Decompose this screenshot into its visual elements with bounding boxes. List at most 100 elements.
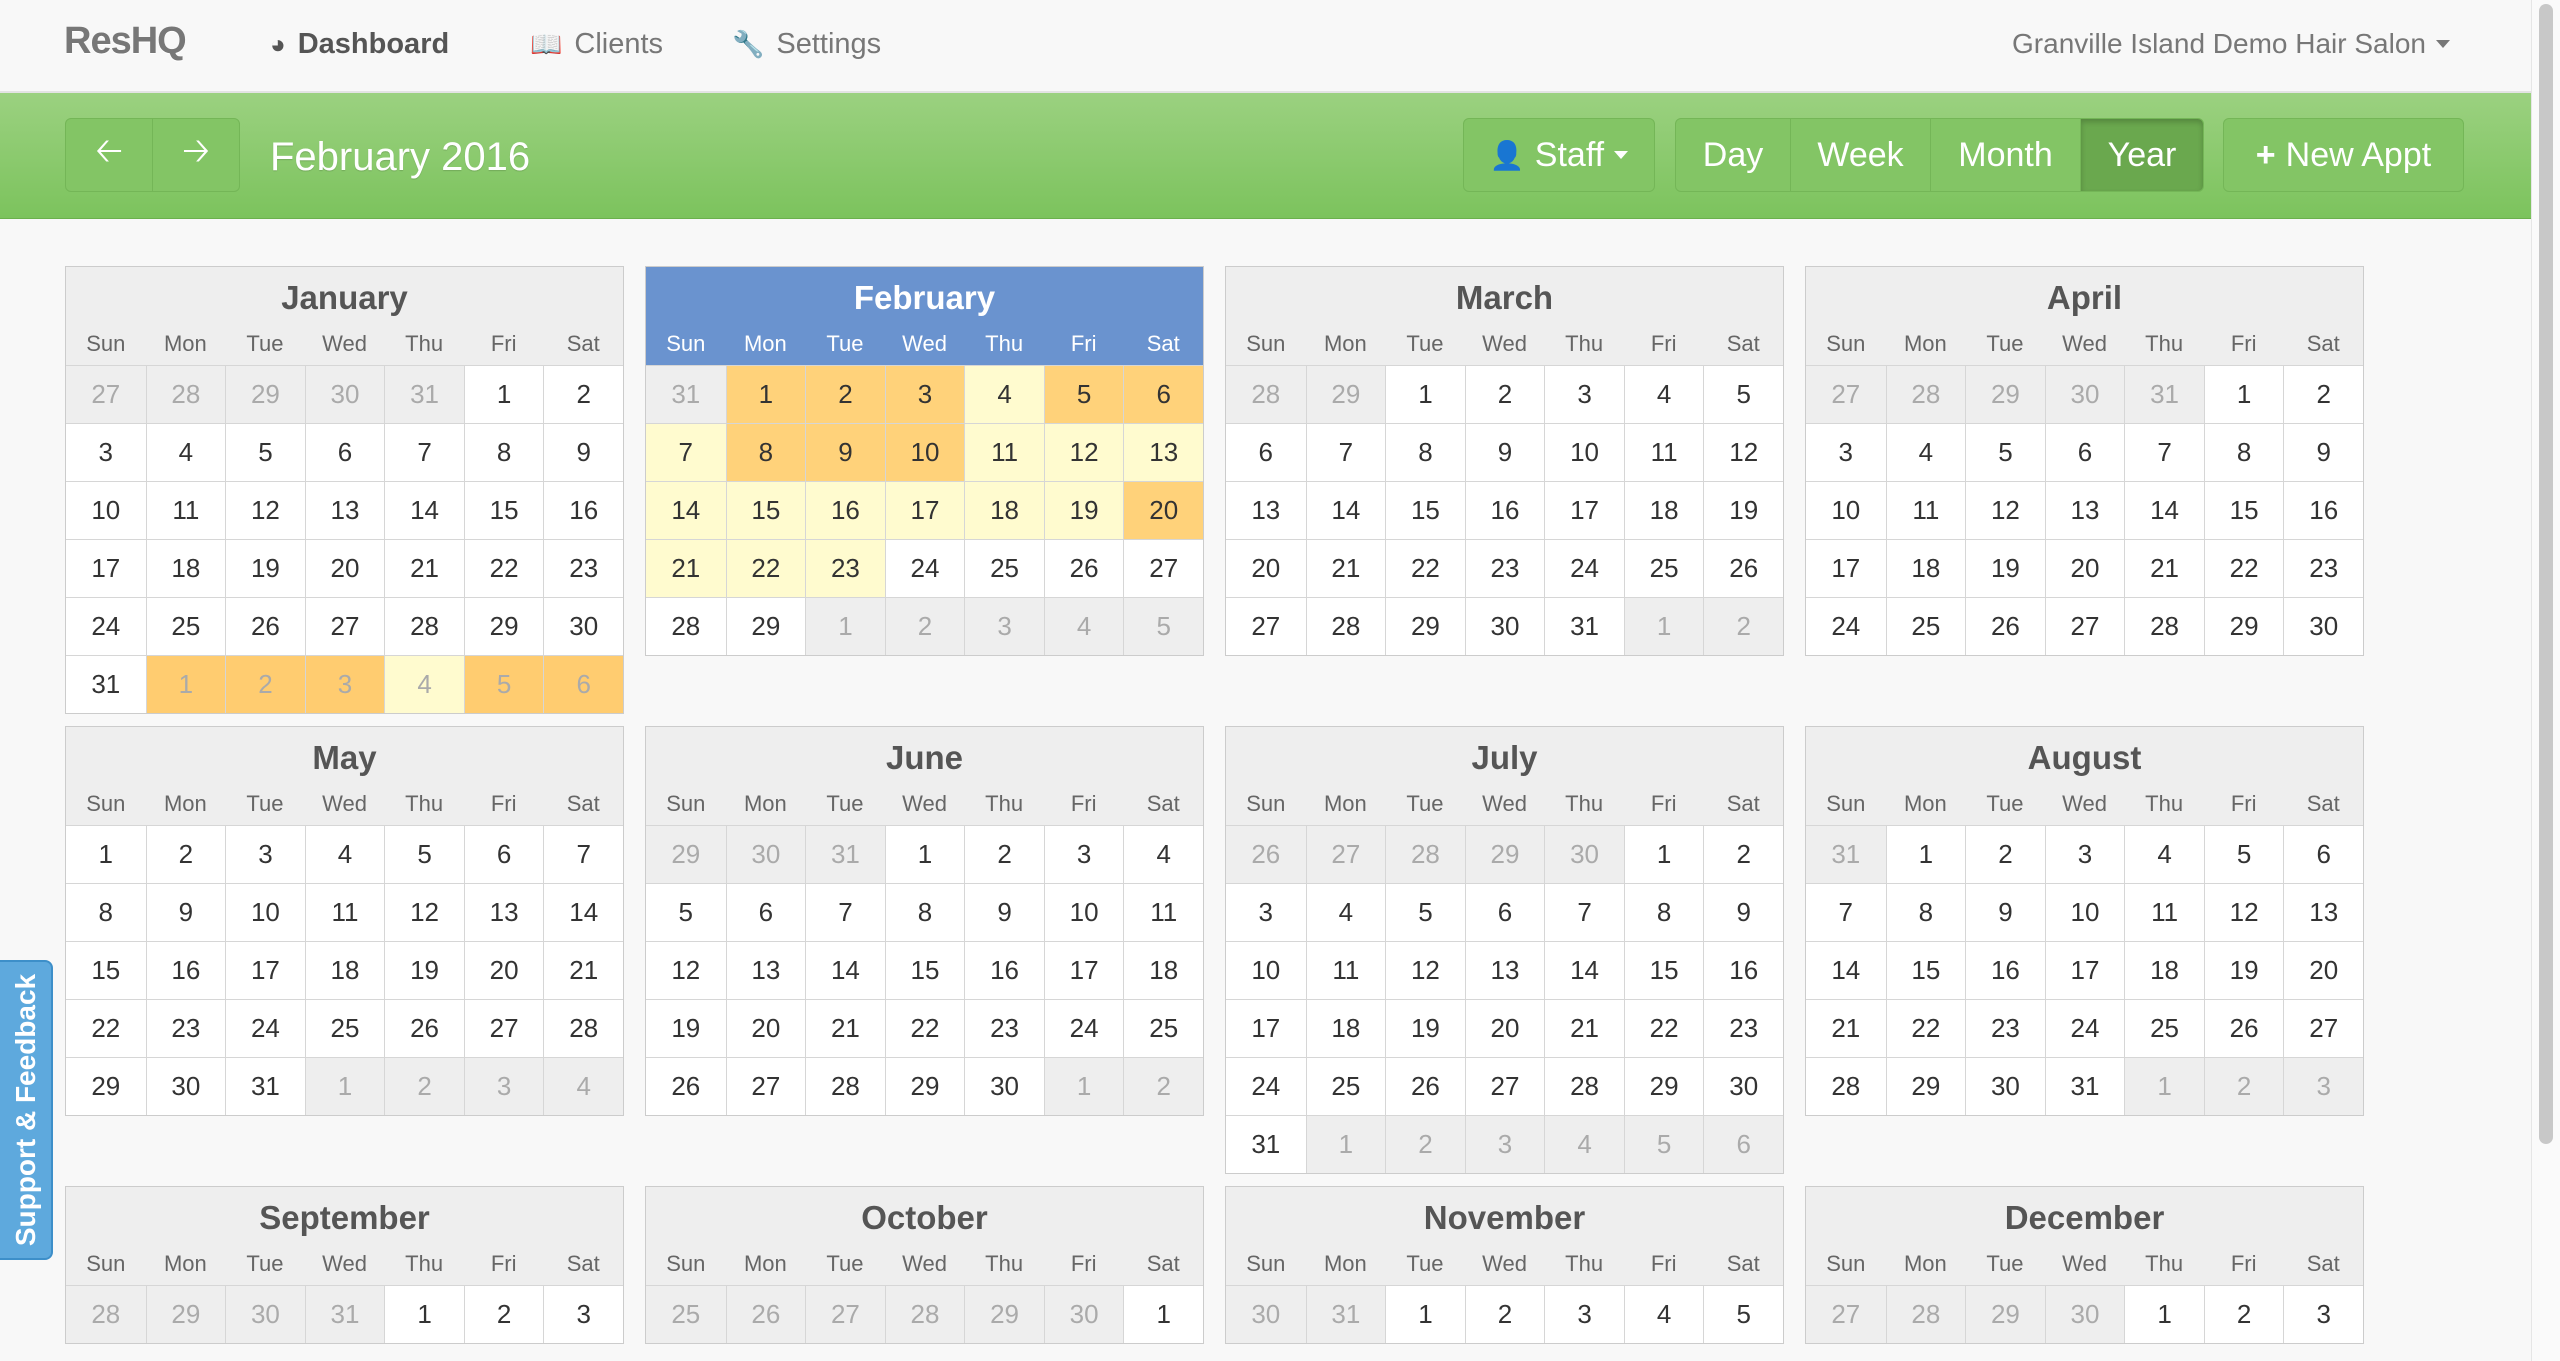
- day-cell[interactable]: 7: [384, 423, 464, 481]
- day-cell[interactable]: 31: [1305, 1285, 1386, 1343]
- day-cell[interactable]: 1: [2124, 1057, 2204, 1115]
- day-cell[interactable]: 10: [66, 481, 146, 539]
- day-cell[interactable]: 29: [884, 1057, 965, 1115]
- day-cell[interactable]: 1: [2203, 365, 2284, 423]
- day-cell[interactable]: 4: [1043, 597, 1124, 655]
- day-cell[interactable]: 27: [304, 597, 385, 655]
- month-name[interactable]: April: [1806, 279, 2363, 317]
- day-cell[interactable]: 1: [805, 597, 885, 655]
- day-cell[interactable]: 30: [145, 1057, 226, 1115]
- day-cell[interactable]: 30: [2044, 1285, 2125, 1343]
- day-cell[interactable]: 24: [1544, 539, 1624, 597]
- day-cell[interactable]: 9: [145, 883, 226, 941]
- day-cell[interactable]: 28: [646, 597, 726, 655]
- day-cell[interactable]: 12: [1965, 481, 2045, 539]
- staff-dropdown[interactable]: 👤 Staff: [1463, 118, 1655, 192]
- day-cell[interactable]: 1: [1123, 1285, 1203, 1343]
- day-cell[interactable]: 3: [2044, 825, 2125, 883]
- day-cell[interactable]: 29: [1623, 1057, 1704, 1115]
- day-cell[interactable]: 3: [2283, 1285, 2363, 1343]
- day-cell[interactable]: 29: [225, 365, 305, 423]
- day-cell[interactable]: 31: [805, 825, 885, 883]
- day-cell[interactable]: 16: [543, 481, 623, 539]
- day-cell[interactable]: 3: [2283, 1057, 2363, 1115]
- day-cell[interactable]: 4: [1305, 883, 1386, 941]
- month-name[interactable]: June: [646, 739, 1203, 777]
- day-cell[interactable]: 28: [145, 365, 226, 423]
- day-cell[interactable]: 19: [1043, 481, 1124, 539]
- day-cell[interactable]: 3: [1806, 423, 1886, 481]
- scrollbar-thumb[interactable]: [2539, 4, 2553, 1144]
- day-cell[interactable]: 14: [646, 481, 726, 539]
- day-cell[interactable]: 10: [1043, 883, 1124, 941]
- day-cell[interactable]: 25: [1885, 597, 1966, 655]
- day-cell[interactable]: 3: [463, 1057, 544, 1115]
- day-cell[interactable]: 26: [646, 1057, 726, 1115]
- day-cell[interactable]: 1: [66, 825, 146, 883]
- day-cell[interactable]: 13: [1226, 481, 1306, 539]
- day-cell[interactable]: 16: [145, 941, 226, 999]
- day-cell[interactable]: 18: [145, 539, 226, 597]
- day-cell[interactable]: 26: [1226, 825, 1306, 883]
- day-cell[interactable]: 23: [964, 999, 1044, 1057]
- day-cell[interactable]: 7: [1305, 423, 1386, 481]
- day-cell[interactable]: 6: [463, 825, 544, 883]
- day-cell[interactable]: 9: [1703, 883, 1783, 941]
- day-cell[interactable]: 6: [725, 883, 806, 941]
- day-cell[interactable]: 2: [884, 597, 965, 655]
- day-cell[interactable]: 31: [66, 655, 146, 713]
- day-cell[interactable]: 12: [1043, 423, 1124, 481]
- day-cell[interactable]: 16: [1703, 941, 1783, 999]
- nav-dashboard[interactable]: ◕ Dashboard: [270, 28, 449, 61]
- day-cell[interactable]: 13: [2283, 883, 2363, 941]
- day-cell[interactable]: 17: [1226, 999, 1306, 1057]
- day-cell[interactable]: 29: [66, 1057, 146, 1115]
- day-cell[interactable]: 23: [145, 999, 226, 1057]
- day-cell[interactable]: 14: [1544, 941, 1624, 999]
- day-cell[interactable]: 28: [1806, 1057, 1886, 1115]
- day-cell[interactable]: 5: [1123, 597, 1203, 655]
- day-cell[interactable]: 28: [2124, 597, 2204, 655]
- day-cell[interactable]: 5: [1703, 1285, 1783, 1343]
- day-cell[interactable]: 23: [2283, 539, 2363, 597]
- day-cell[interactable]: 20: [1123, 481, 1203, 539]
- day-cell[interactable]: 3: [1544, 1285, 1624, 1343]
- day-cell[interactable]: 18: [304, 941, 385, 999]
- day-cell[interactable]: 14: [384, 481, 464, 539]
- day-cell[interactable]: 29: [2203, 597, 2284, 655]
- day-cell[interactable]: 30: [1464, 597, 1545, 655]
- day-cell[interactable]: 7: [1544, 883, 1624, 941]
- day-cell[interactable]: 10: [1806, 481, 1886, 539]
- day-cell[interactable]: 3: [543, 1285, 623, 1343]
- day-cell[interactable]: 28: [1885, 1285, 1966, 1343]
- day-cell[interactable]: 28: [884, 1285, 965, 1343]
- day-cell[interactable]: 25: [304, 999, 385, 1057]
- support-feedback-tab[interactable]: Support & Feedback: [0, 960, 53, 1260]
- day-cell[interactable]: 7: [1806, 883, 1886, 941]
- day-cell[interactable]: 13: [1123, 423, 1203, 481]
- day-cell[interactable]: 26: [384, 999, 464, 1057]
- day-cell[interactable]: 5: [1623, 1115, 1704, 1173]
- day-cell[interactable]: 8: [1885, 883, 1966, 941]
- day-cell[interactable]: 2: [2203, 1285, 2284, 1343]
- day-cell[interactable]: 1: [1043, 1057, 1124, 1115]
- day-cell[interactable]: 8: [2203, 423, 2284, 481]
- day-cell[interactable]: 15: [2203, 481, 2284, 539]
- day-cell[interactable]: 2: [1464, 1285, 1545, 1343]
- day-cell[interactable]: 29: [1385, 597, 1465, 655]
- day-cell[interactable]: 15: [884, 941, 965, 999]
- day-cell[interactable]: 11: [304, 883, 385, 941]
- day-cell[interactable]: 31: [1806, 825, 1886, 883]
- day-cell[interactable]: 30: [1043, 1285, 1124, 1343]
- day-cell[interactable]: 28: [384, 597, 464, 655]
- prev-button[interactable]: 🡠: [65, 118, 153, 192]
- day-cell[interactable]: 24: [884, 539, 965, 597]
- day-cell[interactable]: 4: [1123, 825, 1203, 883]
- day-cell[interactable]: 29: [964, 1285, 1044, 1343]
- day-cell[interactable]: 15: [1385, 481, 1465, 539]
- day-cell[interactable]: 5: [384, 825, 464, 883]
- day-cell[interactable]: 18: [964, 481, 1044, 539]
- day-cell[interactable]: 29: [646, 825, 726, 883]
- day-cell[interactable]: 1: [884, 825, 965, 883]
- day-cell[interactable]: 27: [1464, 1057, 1545, 1115]
